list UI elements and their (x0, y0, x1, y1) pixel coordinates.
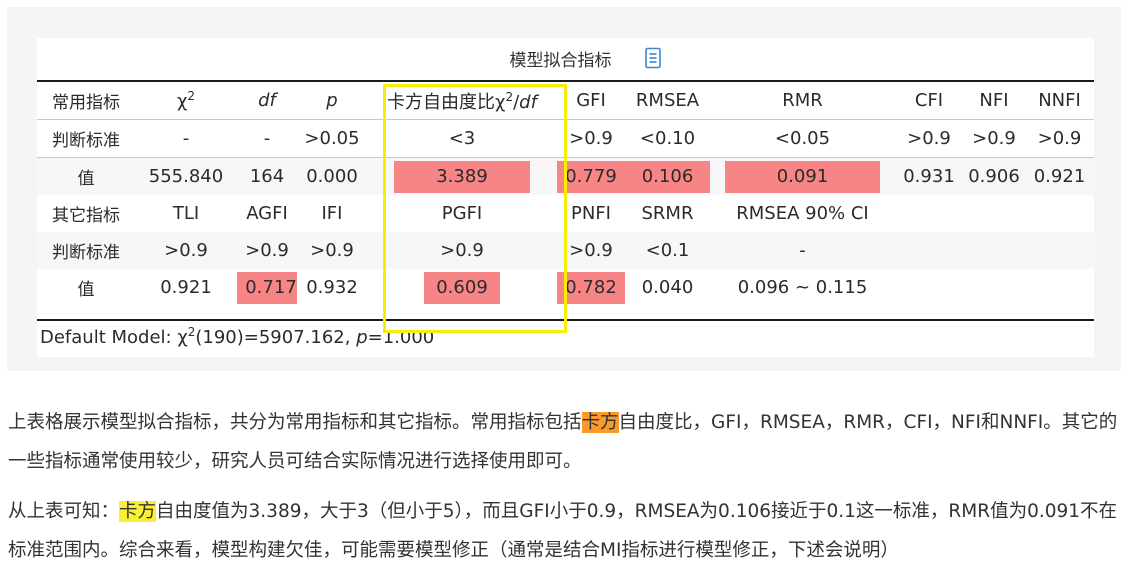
highlighted-cell-agfi: 0.717 (237, 269, 297, 306)
table-cell: 555.840 (135, 157, 237, 195)
row-label: 判断标准 (37, 119, 135, 158)
row-label: 值 (37, 157, 135, 195)
row-label: 其它指标 (52, 206, 120, 226)
table-cell: 0.000 (297, 157, 367, 195)
table-cell: <0.10 (625, 119, 710, 158)
table-row-other-indices: 其它指标 TLI AGFI IFI PGFI PNFI SRMR RMSEA 9… (37, 195, 1094, 232)
table-cell: >0.9 (895, 119, 963, 158)
fit-indices-panel: 模型拟合指标 常用指标 χ2 df p 卡方自由度比χ2/df GFI RMSE… (7, 7, 1121, 371)
paragraph-1: 上表格展示模型拟合指标，共分为常用指标和其它指标。常用指标包括卡方自由度比，GF… (8, 403, 1120, 481)
header-chi-df-ratio: 卡方自由度比χ2/df (367, 82, 557, 120)
highlighted-cell-pnfi: 0.782 (557, 269, 625, 306)
highlight-pnfi-value: 0.782 (557, 271, 625, 304)
table-row-values-2: 值 0.921 0.717 0.932 0.609 0.782 0.040 0.… (37, 269, 1094, 306)
table-cell: >0.9 (557, 232, 625, 269)
paragraph-1-mark: 卡方 (581, 412, 619, 433)
paragraph-2-mark: 卡方 (119, 501, 157, 522)
table-cell: >0.9 (297, 232, 367, 269)
highlighted-cell-pgfi: 0.609 (367, 269, 557, 306)
table-cell: RMSEA 90% CI (736, 203, 869, 224)
table-cell: - (710, 232, 895, 269)
row-label: 值 (77, 280, 95, 300)
table-cell: >0.9 (1025, 119, 1094, 158)
highlight-agfi-value: 0.717 (237, 271, 297, 304)
table-cell: PNFI (571, 203, 611, 224)
header-df: df (237, 82, 297, 120)
paragraph-2: 从上表可知：卡方自由度值为3.389，大于3（但小于5），而且GFI小于0.9，… (8, 492, 1120, 570)
header-common-indices: 常用指标 (37, 82, 135, 120)
highlighted-cell-gfi: 0.779 (557, 157, 625, 195)
paragraph-2-before: 从上表可知： (8, 501, 120, 522)
highlighted-cell-rmr: 0.091 (710, 157, 895, 195)
header-cfi: CFI (895, 82, 963, 120)
table-cell: 0.921 (160, 277, 212, 298)
header-nnfi: NNFI (1025, 82, 1094, 120)
document-icon[interactable] (644, 47, 662, 69)
table-cell: - (237, 119, 297, 158)
table-bottom-rule (37, 319, 1094, 321)
fit-indices-table: 常用指标 χ2 df p 卡方自由度比χ2/df GFI RMSEA RMR C… (37, 82, 1094, 306)
table-cell: 0.921 (1025, 157, 1094, 195)
table-cell: 164 (237, 157, 297, 195)
table-cell: SRMR (641, 203, 694, 224)
table-cell: - (135, 119, 237, 158)
table-cell: >0.9 (557, 119, 625, 158)
header-row: 常用指标 χ2 df p 卡方自由度比χ2/df GFI RMSEA RMR C… (37, 82, 1094, 120)
highlighted-cell-chi-df: 3.389 (367, 157, 557, 195)
table-cell: >0.05 (297, 119, 367, 158)
table-cell: TLI (172, 203, 200, 224)
table-cell: >0.9 (963, 119, 1025, 158)
table-cell: PGFI (441, 203, 483, 224)
header-p: p (297, 82, 367, 120)
header-gfi: GFI (557, 82, 625, 120)
row-label: 判断标准 (37, 232, 135, 269)
table-cell: >0.9 (237, 232, 297, 269)
table-cell: 0.932 (306, 277, 358, 298)
table-cell: 0.096 ~ 0.115 (737, 277, 868, 298)
table-cell: <0.1 (625, 232, 710, 269)
fit-indices-card: 模型拟合指标 常用指标 χ2 df p 卡方自由度比χ2/df GFI RMSE… (37, 38, 1094, 357)
table-cell: >0.9 (367, 232, 557, 269)
table-cell: 0.906 (963, 157, 1025, 195)
highlight-rmsea-value: 0.106 (625, 160, 710, 193)
highlight-rmr-value: 0.091 (725, 160, 880, 193)
highlight-gfi-value: 0.779 (557, 160, 625, 193)
table-row-criteria-1: 判断标准 - - >0.05 <3 >0.9 <0.10 <0.05 >0.9 … (37, 119, 1094, 158)
header-rmsea: RMSEA (625, 82, 710, 120)
highlight-chi-df-value: 3.389 (394, 160, 530, 193)
header-rmr: RMR (710, 82, 895, 120)
table-cell: >0.9 (135, 232, 237, 269)
table-cell: IFI (321, 203, 343, 224)
paragraph-2-after: 自由度值为3.389，大于3（但小于5），而且GFI小于0.9，RMSEA为0.… (8, 501, 1118, 561)
table-title-row: 模型拟合指标 (37, 38, 1094, 78)
table-title: 模型拟合指标 (509, 50, 612, 71)
table-cell: <3 (367, 119, 557, 158)
table-cell: 0.931 (895, 157, 963, 195)
table-row-criteria-2: 判断标准 >0.9 >0.9 >0.9 >0.9 >0.9 <0.1 - (37, 232, 1094, 269)
table-footnote: Default Model: χ2(190)=5907.162, p=1.000 (40, 325, 435, 348)
table-cell: <0.05 (710, 119, 895, 158)
header-chi-square: χ2 (135, 82, 237, 120)
table-cell: AGFI (246, 203, 288, 224)
table-cell: 0.040 (641, 277, 694, 298)
table-row-values-1: 值 555.840 164 0.000 3.389 0.779 0.106 0.… (37, 157, 1094, 195)
highlighted-cell-rmsea: 0.106 (625, 157, 710, 195)
header-nfi: NFI (963, 82, 1025, 120)
highlight-pgfi-value: 0.609 (424, 271, 500, 304)
paragraph-1-before: 上表格展示模型拟合指标，共分为常用指标和其它指标。常用指标包括 (8, 412, 582, 433)
